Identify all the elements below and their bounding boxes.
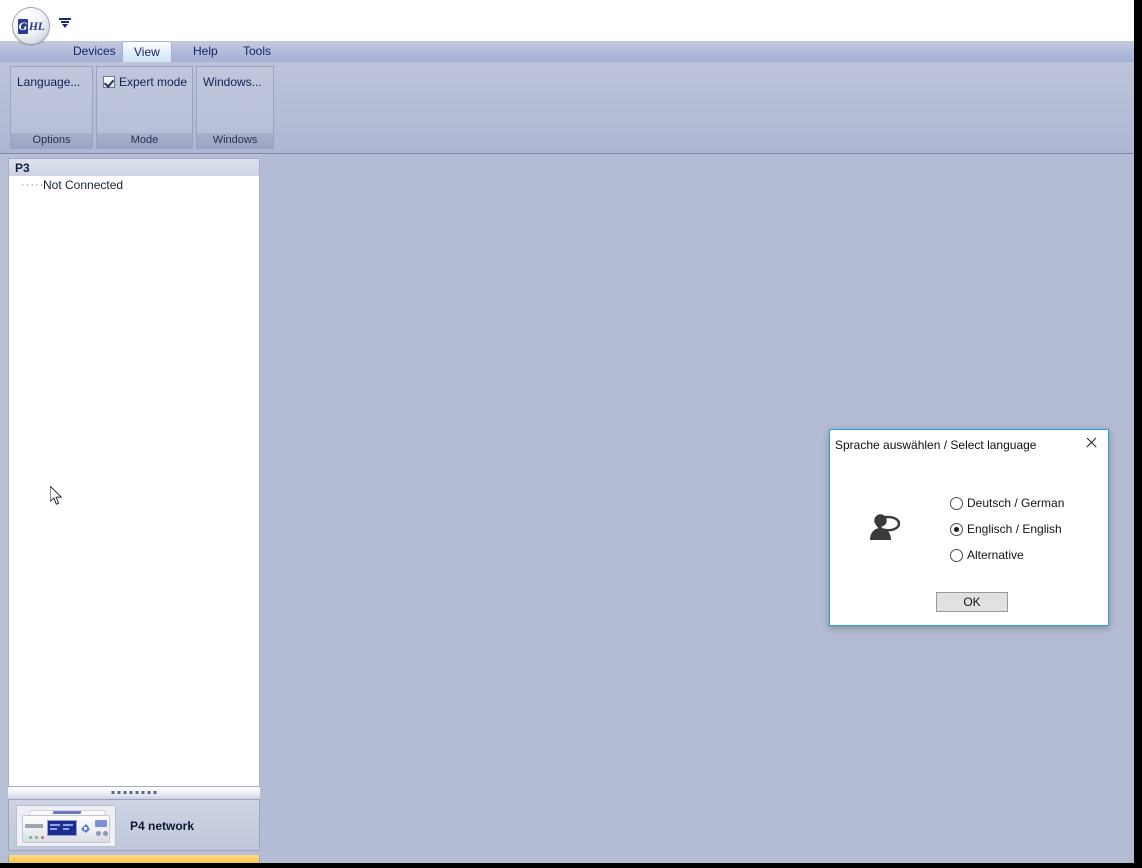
ribbon-group-options: Language... Options [10,66,93,149]
device-name-label: P4 network [130,819,195,833]
application-window: G HL Devices View Help Tools Language... … [0,0,1134,863]
device-tree[interactable]: ·····Not Connected [8,176,260,787]
ghl-logo-hl: HL [28,18,45,33]
radio-alternative[interactable]: Alternative [950,542,1100,568]
radio-label: Englisch / English [967,522,1062,536]
ghl-logo-g: G [17,18,28,34]
ribbon-group-mode-caption: Mode [97,133,192,148]
radio-englisch-english[interactable]: Englisch / English [950,516,1100,542]
ghl-logo-icon[interactable]: G HL [13,8,49,44]
profilux-controller-icon [16,805,116,847]
list-item[interactable]: P4 network [13,804,257,848]
radio-deutsch-german[interactable]: Deutsch / German [950,490,1100,516]
language-radio-group: Deutsch / German Englisch / English Alte… [950,490,1100,568]
windows-button[interactable]: Windows... [203,75,262,89]
dialog-title-bar: Sprache auswählen / Select language [830,430,1108,460]
device-tree-header: P3 [8,158,260,176]
chevron-down-icon [62,24,68,28]
qat-bar-mid [61,21,69,23]
radio-icon[interactable] [950,548,963,562]
qat-bar-top [59,18,71,20]
ribbon-tab-strip: Devices View Help Tools [0,41,1134,63]
tree-item-not-connected[interactable]: ·····Not Connected [9,176,259,194]
radio-icon[interactable] [950,496,963,510]
ribbon-group-windows-caption: Windows [197,133,273,148]
checkmark-icon[interactable] [103,76,115,88]
radio-label: Alternative [967,548,1024,562]
splitter-grip-icon [111,791,157,794]
expert-mode-label: Expert mode [119,75,188,89]
ghl-logo-text: G HL [17,18,45,34]
language-button[interactable]: Language... [17,75,80,89]
title-bar: G HL [0,0,1134,44]
radio-label: Deutsch / German [967,496,1065,510]
select-language-dialog: Sprache auswählen / Select language Deut… [829,429,1109,626]
close-icon[interactable] [1074,430,1108,456]
quick-access-dropdown-icon[interactable] [58,16,72,30]
user-speech-bubble-icon [866,508,906,548]
tab-devices[interactable]: Devices [62,41,127,62]
tab-help[interactable]: Help [182,41,229,62]
ribbon-group-options-caption: Options [11,133,92,148]
expert-mode-checkbox[interactable]: Expert mode [103,75,187,89]
ribbon-group-windows: Windows... Windows [196,66,274,149]
device-list-panel: P4 network [8,799,260,851]
ribbon-group-mode: Expert mode Mode [96,66,193,149]
left-panel: P3 ·····Not Connected P4 network [8,158,260,857]
ok-button[interactable]: OK [936,592,1008,612]
panel-splitter[interactable] [8,787,260,799]
radio-icon-selected[interactable] [950,522,963,536]
status-bar [8,855,260,863]
tree-item-label: Not Connected [43,178,124,192]
dialog-title: Sprache auswählen / Select language [835,438,1037,452]
ribbon-body: Language... Options Expert mode Mode Win… [0,62,1134,154]
tree-connector-dots: ····· [21,179,45,191]
tab-view[interactable]: View [122,41,172,62]
tab-tools[interactable]: Tools [232,41,282,62]
